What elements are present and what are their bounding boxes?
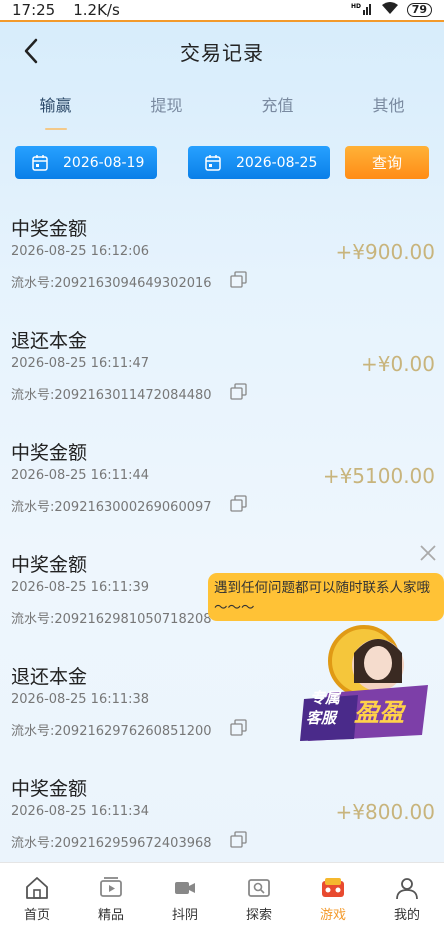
transaction-list: 中奖金额 2026-08-25 16:12:06 流水号:20921630946… <box>0 200 444 872</box>
nav-profile[interactable]: 我的 <box>370 863 444 930</box>
transaction-serial: 流水号:2092163094649302016 <box>11 276 212 291</box>
copy-icon[interactable] <box>230 495 247 512</box>
transaction-serial: 流水号:2092162976260851200 <box>11 724 212 739</box>
transaction-time: 2026-08-25 16:12:06 <box>11 244 150 259</box>
nav-featured-label: 精品 <box>97 908 124 923</box>
nav-explore[interactable]: 探索 <box>222 863 296 930</box>
nav-games-label: 游戏 <box>319 908 346 923</box>
home-icon <box>26 877 48 899</box>
game-icon <box>322 878 344 897</box>
transaction-amount: +¥900.00 <box>335 240 435 264</box>
page-title: 交易记录 <box>180 40 264 65</box>
tab-win-loss[interactable]: 输赢 <box>0 86 111 130</box>
nav-home[interactable]: 首页 <box>0 863 74 930</box>
end-date-picker[interactable]: 2026-08-25 <box>188 146 330 179</box>
customer-service-badge[interactable]: 专属 客服 盈盈 <box>298 623 444 747</box>
transaction-time: 2026-08-25 16:11:39 <box>11 580 150 595</box>
nav-explore-label: 探索 <box>245 908 272 923</box>
video-camera-icon <box>175 882 195 894</box>
transaction-type: 中奖金额 <box>11 554 88 576</box>
transaction-serial: 流水号:2092162981050718208 <box>11 612 212 627</box>
nav-featured[interactable]: 精品 <box>74 863 148 930</box>
transaction-type: 中奖金额 <box>11 218 88 240</box>
copy-icon[interactable] <box>230 831 247 848</box>
battery-icon: 79 <box>406 3 432 17</box>
signal-icon: HD <box>351 2 373 19</box>
transaction-type: 中奖金额 <box>11 778 88 800</box>
bottom-navigation: 首页 精品 抖阴 探索 游戏 我的 <box>0 862 444 930</box>
transaction-amount: +¥5100.00 <box>322 464 435 488</box>
badge-line-exclusive: 专属 <box>310 689 341 707</box>
nav-profile-label: 我的 <box>393 908 420 923</box>
copy-icon[interactable] <box>230 719 247 736</box>
transaction-amount: +¥0.00 <box>360 352 435 376</box>
transaction-row: 退还本金 2026-08-25 16:11:47 流水号:20921630114… <box>0 312 444 424</box>
category-tabs: 输赢 提现 充值 其他 <box>0 86 444 130</box>
transaction-time: 2026-08-25 16:11:47 <box>11 356 150 371</box>
transaction-serial: 流水号:2092163011472084480 <box>11 388 212 403</box>
date-filter-bar: 2026-08-19 2026-08-25 查询 <box>0 146 444 180</box>
calendar-icon <box>205 154 221 171</box>
transaction-time: 2026-08-25 16:11:38 <box>11 692 150 707</box>
transaction-serial: 流水号:2092162959672403968 <box>11 836 212 851</box>
nav-games[interactable]: 游戏 <box>296 863 370 930</box>
support-message-bubble[interactable]: 遇到任何问题都可以随时联系人家哦～～～ <box>208 573 444 621</box>
status-bar: 17:25 1.2K/s HD 79 <box>0 0 444 22</box>
badge-line-service: 客服 <box>306 709 337 727</box>
copy-icon[interactable] <box>230 271 247 288</box>
tab-recharge[interactable]: 充值 <box>222 86 333 126</box>
transaction-type: 中奖金额 <box>11 442 88 464</box>
end-date-value: 2026-08-25 <box>236 154 318 171</box>
tab-other[interactable]: 其他 <box>333 86 444 126</box>
nav-short-video-label: 抖阴 <box>171 908 198 923</box>
copy-icon[interactable] <box>230 383 247 400</box>
tab-withdraw[interactable]: 提现 <box>111 86 222 126</box>
navigation-bar: 交易记录 <box>0 24 444 78</box>
explore-icon <box>248 879 270 897</box>
transaction-row: 中奖金额 2026-08-25 16:12:06 流水号:20921630946… <box>0 200 444 312</box>
video-list-icon <box>100 877 122 897</box>
close-icon[interactable] <box>418 543 438 563</box>
transaction-time: 2026-08-25 16:11:34 <box>11 804 150 819</box>
nav-home-label: 首页 <box>23 908 50 923</box>
transaction-row: 中奖金额 2026-08-25 16:11:34 流水号:20921629596… <box>0 760 444 872</box>
transaction-type: 退还本金 <box>11 666 88 688</box>
transaction-amount: +¥800.00 <box>335 800 435 824</box>
start-date-picker[interactable]: 2026-08-19 <box>15 146 157 179</box>
start-date-value: 2026-08-19 <box>63 154 145 171</box>
transaction-time: 2026-08-25 16:11:44 <box>11 468 150 483</box>
transaction-serial: 流水号:2092163000269060097 <box>11 500 212 515</box>
status-time: 17:25 <box>12 1 56 19</box>
transaction-row: 中奖金额 2026-08-25 16:11:44 流水号:20921630002… <box>0 424 444 536</box>
status-icons: HD 79 <box>351 1 432 19</box>
wifi-icon <box>381 1 399 19</box>
svg-text:HD: HD <box>351 3 361 10</box>
badge-agent-name: 盈盈 <box>354 698 405 727</box>
network-speed: 1.2K/s <box>73 1 120 19</box>
profile-icon <box>396 878 418 900</box>
transaction-type: 退还本金 <box>11 330 88 352</box>
nav-short-video[interactable]: 抖阴 <box>148 863 222 930</box>
query-button[interactable]: 查询 <box>345 146 429 179</box>
calendar-icon <box>32 154 48 171</box>
back-arrow-icon[interactable] <box>20 36 44 66</box>
